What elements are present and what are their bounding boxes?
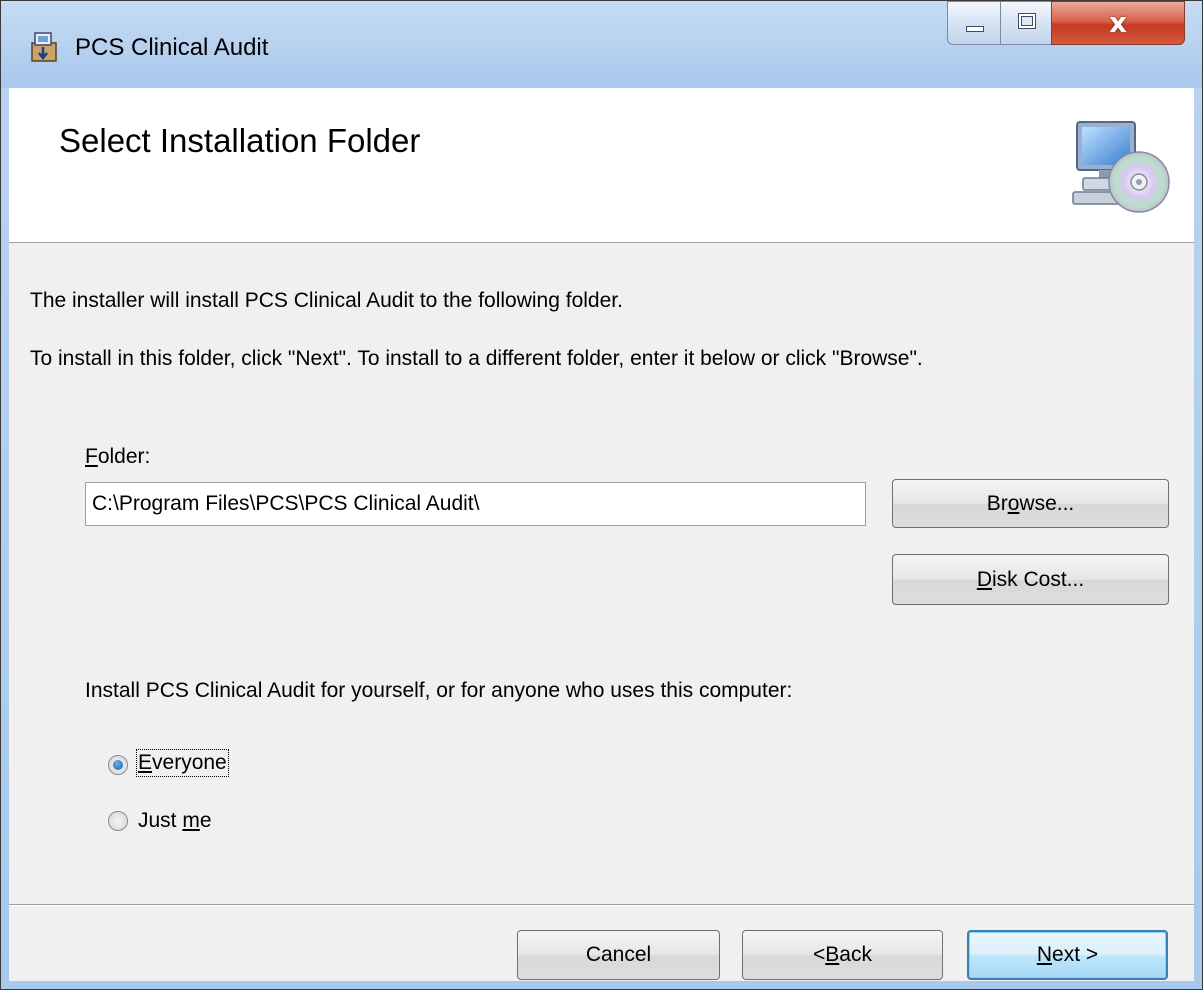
radio-everyone-label[interactable]: Everyone xyxy=(136,749,229,777)
browse-label-post: wse... xyxy=(1019,492,1075,515)
next-label-accesskey: N xyxy=(1036,943,1053,966)
next-label: Next > xyxy=(1037,932,1098,978)
minimize-icon xyxy=(966,26,984,32)
disk-cost-label-accesskey: D xyxy=(976,568,992,591)
radio-just-me-label[interactable]: Just me xyxy=(138,809,212,833)
close-button[interactable]: x xyxy=(1051,1,1185,45)
back-label-post: ack xyxy=(839,943,872,966)
back-label-pre: < xyxy=(813,943,826,966)
next-button[interactable]: Next > xyxy=(967,930,1168,980)
radio-everyone-accesskey: E xyxy=(138,751,153,774)
intro-line-1: The installer will install PCS Clinical … xyxy=(30,289,623,312)
title-bar[interactable]: PCS Clinical Audit x xyxy=(1,1,1202,88)
installer-package-icon xyxy=(31,32,57,62)
radio-just-me-pre: Just xyxy=(138,809,183,832)
radio-everyone-text: veryone xyxy=(152,751,227,774)
folder-label-text: older: xyxy=(97,445,151,468)
close-icon: x xyxy=(1108,6,1128,39)
cancel-label: Cancel xyxy=(585,943,652,966)
browse-label-accesskey: o xyxy=(1007,492,1020,515)
window-title: PCS Clinical Audit xyxy=(75,34,269,61)
installer-window: PCS Clinical Audit x Select Installation… xyxy=(0,0,1203,990)
right-border xyxy=(1194,88,1202,988)
computer-disc-icon xyxy=(1072,121,1170,213)
intro-line-2: To install in this folder, click "Next".… xyxy=(30,347,923,370)
footer-divider-highlight xyxy=(9,905,1194,906)
back-label-accesskey: B xyxy=(825,943,840,966)
radio-just-me-accesskey: m xyxy=(182,809,200,832)
radio-everyone[interactable] xyxy=(108,755,128,775)
maximize-icon xyxy=(1018,13,1036,29)
folder-label: Folder: xyxy=(85,445,150,469)
browse-label-pre: Br xyxy=(986,492,1008,515)
disk-cost-button[interactable]: Disk Cost... xyxy=(892,554,1169,605)
browse-label: Browse... xyxy=(987,480,1075,527)
folder-label-accesskey: F xyxy=(85,445,98,468)
back-label: < Back xyxy=(813,931,872,979)
folder-path-input[interactable] xyxy=(85,482,866,526)
left-border xyxy=(1,88,9,988)
radio-just-me[interactable] xyxy=(108,811,128,831)
disk-cost-label: Disk Cost... xyxy=(977,555,1084,604)
header-banner: Select Installation Folder xyxy=(9,88,1194,243)
page-title: Select Installation Folder xyxy=(59,122,421,159)
next-label-post: ext > xyxy=(1052,943,1099,966)
maximize-button[interactable] xyxy=(1000,1,1052,45)
disk-cost-label-post: isk Cost... xyxy=(991,568,1085,591)
browse-button[interactable]: Browse... xyxy=(892,479,1169,528)
cancel-button[interactable]: Cancel xyxy=(517,930,720,980)
install-scope-prompt: Install PCS Clinical Audit for yourself,… xyxy=(85,679,793,702)
minimize-button[interactable] xyxy=(947,1,1001,45)
radio-just-me-text: e xyxy=(199,809,212,832)
bottom-border xyxy=(1,981,1202,989)
back-button[interactable]: < Back xyxy=(742,930,943,980)
